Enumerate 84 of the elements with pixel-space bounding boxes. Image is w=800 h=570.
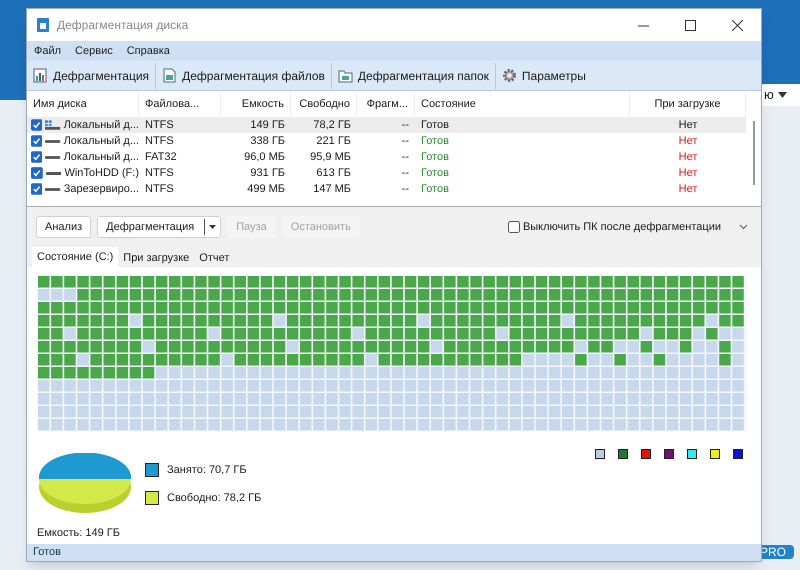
app-icon	[37, 18, 49, 32]
action-button: Пауза	[227, 216, 276, 238]
menu-item[interactable]: Сервис	[75, 42, 113, 60]
legend-label: Свободно: 78,2 ГБ	[167, 491, 262, 506]
dropdown-value: ю	[764, 86, 774, 104]
file-icon	[162, 68, 178, 83]
tab[interactable]: Отчет	[194, 249, 234, 267]
table-cell-text: --	[402, 134, 409, 149]
table-cell-text: Готов	[421, 118, 449, 133]
table-cell-text: Локальный д...	[64, 134, 139, 149]
table-cell-text: WinToHDD (F:)	[64, 166, 139, 181]
gear-icon	[502, 68, 517, 83]
table-cell-text: 499 МБ	[247, 182, 285, 197]
table-cell-text: 96,0 МБ	[244, 150, 285, 165]
drive-icon	[45, 140, 61, 142]
legend-label: Занято: 70,7 ГБ	[167, 462, 247, 478]
table-cell-text: 931 ГБ	[250, 166, 285, 181]
checkbox[interactable]	[31, 135, 42, 147]
action-button[interactable]: Анализ	[36, 216, 92, 238]
maximize-icon[interactable]	[685, 20, 696, 30]
toolbar-button[interactable]: Дефрагментация файлов	[155, 62, 331, 88]
table-cell-text: --	[402, 150, 409, 165]
toolbar-button[interactable]: Дефрагментация папок	[330, 62, 495, 88]
action-button[interactable]: Дефрагментация	[97, 216, 222, 238]
window-title: Дефрагментация диска	[57, 17, 188, 34]
folder-icon	[338, 68, 353, 83]
view-dropdown[interactable]: ю	[760, 84, 800, 106]
checkbox[interactable]	[31, 183, 42, 195]
table-row[interactable]: Локальный д... NTFS 149 ГБ 78,2 ГБ -- Готов Нет	[27, 117, 746, 133]
toolbar-button[interactable]: Дефрагментация	[27, 62, 156, 88]
chevron-down-icon[interactable]	[739, 224, 748, 230]
table-row[interactable]: WinToHDD (F:) NTFS 931 ГБ 613 ГБ -- Готов Нет	[27, 165, 746, 181]
caret-icon	[209, 225, 216, 229]
table-cell-text: FAT32	[145, 150, 177, 165]
table-cell-text: 147 МБ	[313, 182, 351, 197]
table-cell-text: Нет	[678, 150, 698, 165]
table-cell-text: 95,9 МБ	[310, 150, 351, 165]
table-cell-text: Готов	[421, 150, 449, 165]
caret-icon	[778, 92, 787, 98]
close-icon[interactable]	[732, 20, 743, 30]
table-cell-text: Готов	[421, 166, 449, 181]
table-cell-text: Локальный д...	[64, 118, 139, 133]
table-cell-text: Нет	[678, 166, 698, 181]
system-drive-icon	[45, 120, 61, 130]
checkbox[interactable]	[31, 167, 43, 179]
table-cell-text: --	[402, 166, 409, 181]
table-cell-text: 338 ГБ	[250, 134, 285, 149]
table-row[interactable]: Локальный д... NTFS 338 ГБ 221 ГБ -- Готов Нет	[27, 133, 746, 149]
table-cell-text: Готов	[421, 134, 449, 149]
scrollbar-thumb[interactable]	[752, 121, 754, 185]
table-cell-text: NTFS	[145, 166, 174, 181]
table-cell-text: Зарезервиро...	[64, 182, 139, 197]
table-cell-text: 221 ГБ	[316, 134, 351, 149]
table-cell-text: Локальный д...	[64, 150, 139, 165]
capacity-text: Емкость: 149 ГБ	[37, 526, 121, 541]
table-cell-text: 613 ГБ	[316, 166, 351, 181]
table-cell-text: Нет	[678, 182, 698, 197]
shutdown-checkbox[interactable]: Выключить ПК после дефрагментации	[508, 218, 721, 236]
status-bar: Готов	[27, 544, 761, 561]
menu-item[interactable]: Справка	[126, 42, 170, 60]
action-button: Остановить	[282, 216, 360, 238]
table-cell-text: 78,2 ГБ	[313, 118, 351, 133]
drive-icon	[46, 172, 62, 174]
table-cell-text: Нет	[678, 118, 698, 133]
table-cell-text: Нет	[678, 134, 698, 149]
table-cell-text: --	[402, 118, 409, 133]
drive-icon	[45, 156, 61, 158]
table-cell-text: NTFS	[145, 118, 174, 133]
table-cell-text: --	[402, 182, 409, 197]
table-cell-text: NTFS	[145, 182, 174, 197]
tab[interactable]: При загрузке	[118, 249, 194, 267]
toolbar-button[interactable]: Параметры	[494, 62, 592, 88]
chart-icon	[33, 68, 48, 83]
table-cell-text: Готов	[421, 182, 449, 197]
table-row[interactable]: Зарезервиро... NTFS 499 МБ 147 МБ -- Готов Нет	[27, 181, 746, 197]
menu-item[interactable]: Файл	[34, 42, 62, 60]
table-cell-text: NTFS	[145, 134, 174, 149]
tab[interactable]: Состояние (C:)	[32, 247, 118, 267]
table-cell-text: 149 ГБ	[250, 118, 285, 133]
drive-icon	[45, 188, 61, 190]
checkbox-icon	[508, 221, 520, 233]
table-row[interactable]: Локальный д... FAT32 96,0 МБ 95,9 МБ -- Готов Нет	[27, 149, 746, 165]
checkbox[interactable]	[31, 151, 42, 163]
checkbox[interactable]	[31, 119, 42, 131]
